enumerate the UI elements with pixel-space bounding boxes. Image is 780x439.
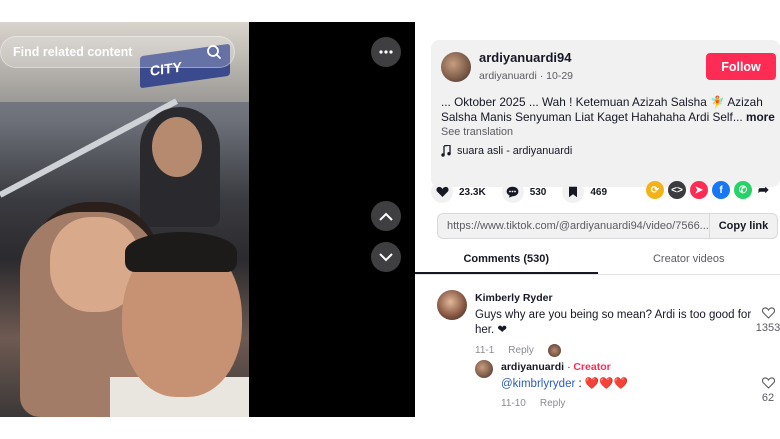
share-link-url[interactable]: https://www.tiktok.com/@ardiyanuardi94/v… <box>438 220 709 232</box>
heart-icon <box>431 181 453 203</box>
search-placeholder: Find related content <box>13 45 133 59</box>
copy-link-button[interactable]: Copy link <box>709 214 777 238</box>
reply-like[interactable]: 62 <box>753 377 780 404</box>
caption-more-link[interactable]: more <box>746 110 775 124</box>
share-arrow-icon[interactable]: ➦ <box>758 182 769 198</box>
reply-author[interactable]: ardiyanuardi <box>501 361 564 373</box>
reply-reply-button[interactable]: Reply <box>540 398 566 409</box>
music-title: suara asli - ardiyanuardi <box>457 145 573 157</box>
comment-icon <box>501 181 524 203</box>
tab-creator-videos[interactable]: Creator videos <box>598 247 780 274</box>
follow-button[interactable]: Follow <box>706 53 776 80</box>
search-icon <box>207 45 221 59</box>
reply-header: ardiyanuardi · Creator <box>501 361 741 373</box>
reply-meta: 11-10 Reply <box>501 398 741 409</box>
heart-outline-icon <box>761 307 775 319</box>
comment-action[interactable]: 530 <box>501 181 547 203</box>
author-username[interactable]: ardiyanuardi94 <box>479 50 572 65</box>
chevron-down-icon <box>379 252 393 261</box>
share-link-box: https://www.tiktok.com/@ardiyanuardi94/v… <box>437 213 778 239</box>
like-count: 23.3K <box>459 186 486 198</box>
comment-reply-button[interactable]: Reply <box>508 345 534 356</box>
comment-item: Kimberly Ryder Guys why are you being so… <box>475 292 755 357</box>
music-note-icon <box>441 145 451 157</box>
author-subline: ardiyanuardi · 10-29 <box>479 70 573 82</box>
music-link[interactable]: suara asli - ardiyanuardi <box>441 145 572 157</box>
comment-like[interactable]: 1353 <box>753 307 780 334</box>
tab-comments[interactable]: Comments (530) <box>415 247 598 274</box>
comment-like-count: 1353 <box>755 322 780 334</box>
creator-badge: Creator <box>573 361 611 373</box>
previous-video-button[interactable] <box>371 201 401 231</box>
video-player[interactable]: CITY Find related content <box>0 22 415 417</box>
reply-mention[interactable]: @kimbrlyryder <box>501 378 575 390</box>
reply-item: ardiyanuardi · Creator @kimbrlyryder : ❤… <box>501 361 741 409</box>
background-person-face <box>152 117 202 177</box>
commenter-name[interactable]: Kimberly Ryder <box>475 292 755 304</box>
send-icon[interactable]: ➤ <box>690 181 708 199</box>
post-caption: ... Oktober 2025 ... Wah ! Ketemuan Aziz… <box>441 95 776 125</box>
find-related-search[interactable]: Find related content <box>0 36 235 68</box>
reply-like-count: 62 <box>761 392 775 404</box>
comment-count: 530 <box>529 186 547 198</box>
share-row: ⟳ <> ➤ f ✆ ➦ <box>646 181 769 199</box>
heart-outline-icon <box>761 377 775 389</box>
reply-avatar[interactable] <box>475 360 493 378</box>
like-action[interactable]: 23.3K <box>431 181 486 203</box>
post-date: 10-29 <box>546 70 573 82</box>
man-hair <box>125 232 237 272</box>
commenter-avatar[interactable] <box>437 290 467 320</box>
tab-bar: Comments (530) Creator videos <box>415 247 780 275</box>
more-options-button[interactable] <box>371 37 401 67</box>
reply-hearts: ❤️❤️❤️ <box>584 378 628 390</box>
more-dots-icon <box>379 50 393 54</box>
reply-date: 11-10 <box>501 398 526 409</box>
whatsapp-icon[interactable]: ✆ <box>734 181 752 199</box>
caption-text: ... Oktober 2025 ... Wah ! Ketemuan Aziz… <box>441 95 763 124</box>
creator-liked-avatar <box>547 344 561 357</box>
embed-icon[interactable]: <> <box>668 181 686 199</box>
chevron-up-icon <box>379 212 393 221</box>
author-avatar[interactable] <box>441 52 471 82</box>
bookmark-icon <box>562 181 585 203</box>
author-handle[interactable]: ardiyanuardi <box>479 70 537 82</box>
see-translation-link[interactable]: See translation <box>441 126 513 138</box>
comment-text: Guys why are you being so mean? Ardi is … <box>475 309 752 336</box>
save-action[interactable]: 469 <box>562 181 607 203</box>
comment-date: 11-1 <box>475 345 495 356</box>
next-video-button[interactable] <box>371 242 401 272</box>
save-count: 469 <box>590 186 608 198</box>
page: CITY Find related content ardiyanuardi94… <box>0 0 780 439</box>
description-card: ardiyanuardi94 ardiyanuardi · 10-29 Foll… <box>431 40 780 187</box>
video-frame[interactable]: CITY <box>0 22 249 417</box>
reply-text: @kimbrlyryder : ❤️❤️❤️ <box>501 377 741 392</box>
repost-icon[interactable]: ⟳ <box>646 181 664 199</box>
comment-meta: 11-1 Reply <box>475 344 755 357</box>
details-panel: ardiyanuardi94 ardiyanuardi · 10-29 Foll… <box>415 22 780 417</box>
reply-separator: : <box>575 378 585 390</box>
facebook-icon[interactable]: f <box>712 181 730 199</box>
